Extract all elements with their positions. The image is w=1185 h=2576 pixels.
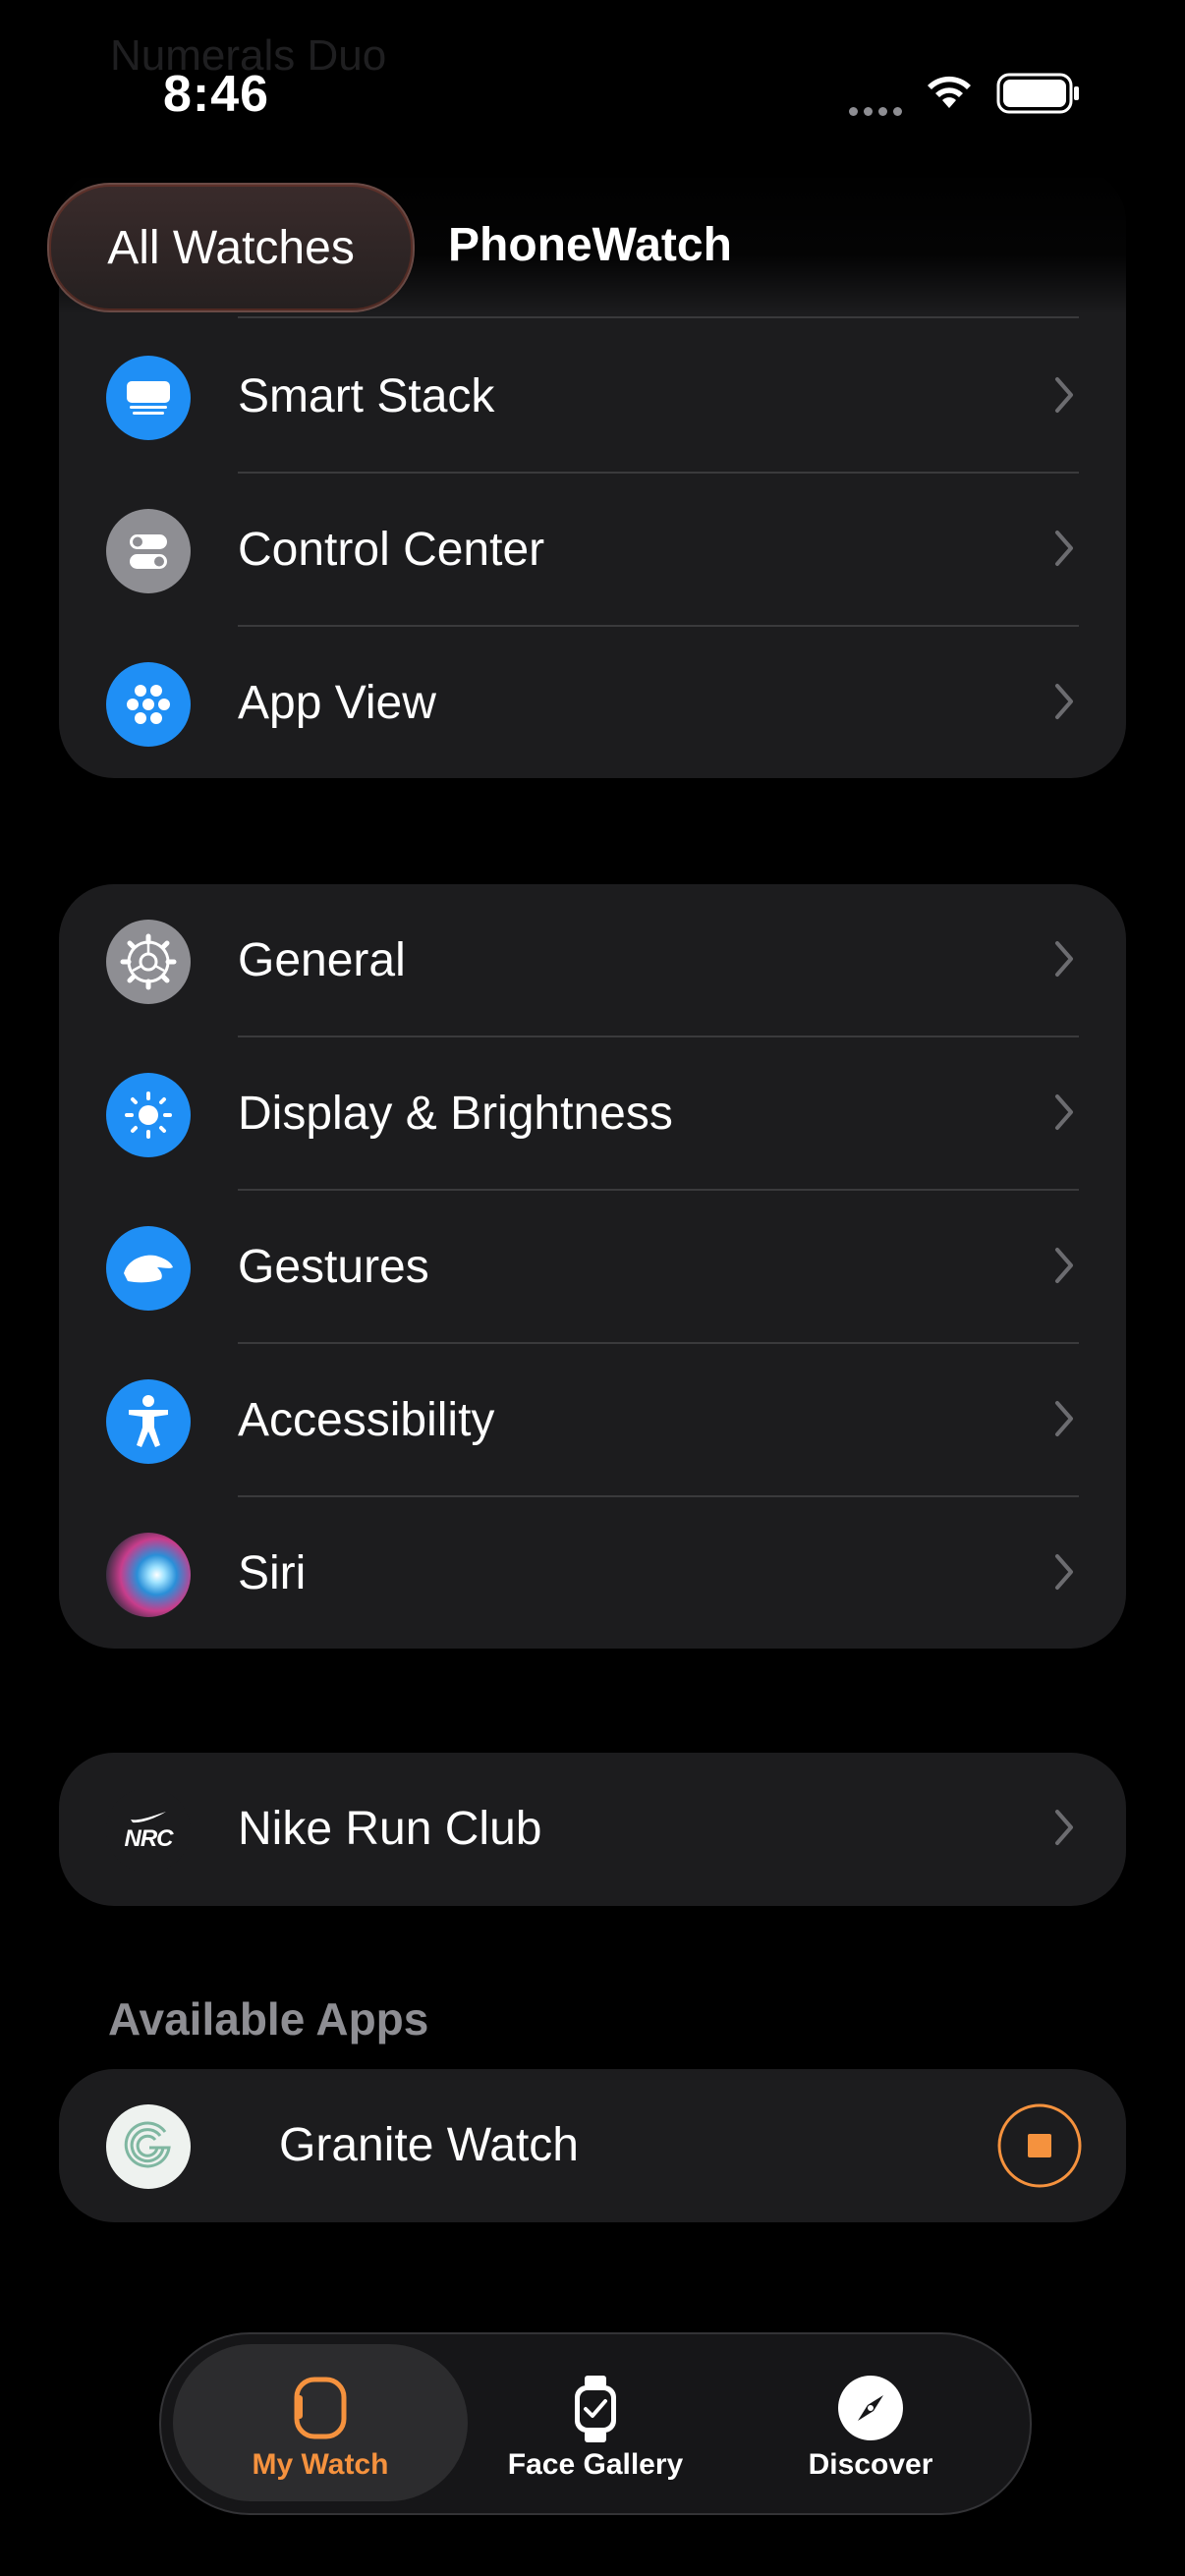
tab-label: My Watch — [252, 2448, 389, 2481]
chevron-right-icon — [1055, 531, 1073, 566]
app-view-icon — [106, 662, 191, 747]
control-center-icon — [106, 509, 191, 593]
nrc-icon: NRC — [106, 1788, 191, 1873]
row-label: Gestures — [238, 1241, 429, 1293]
chevron-right-icon — [1055, 1094, 1073, 1130]
chevron-right-icon — [1055, 1248, 1073, 1283]
tab-label: Discover — [808, 2448, 933, 2481]
download-progress-stop-icon — [997, 2103, 1082, 2188]
hand-icon — [106, 1226, 191, 1311]
chevron-right-icon — [1055, 1810, 1073, 1845]
row-app-view[interactable]: App View — [59, 627, 1126, 778]
available-apps-card: Granite Watch — [59, 2069, 1126, 2222]
settings-card: General Display & Brightness Gestures Ac… — [59, 884, 1126, 1649]
accessibility-icon — [106, 1379, 191, 1464]
row-nike-run-club[interactable]: NRC Nike Run Club — [59, 1753, 1126, 1906]
status-time: 8:46 — [163, 66, 270, 123]
cellular-signal-icon — [849, 103, 908, 116]
row-gestures[interactable]: Gestures — [59, 1191, 1126, 1344]
tab-label: Face Gallery — [507, 2448, 684, 2481]
granite-g-icon — [106, 2104, 191, 2189]
row-label: Siri — [238, 1547, 307, 1599]
row-label: App View — [238, 677, 436, 729]
tab-discover[interactable]: Discover — [723, 2344, 1018, 2501]
nrc-icon-text: NRC — [124, 1825, 174, 1852]
row-label: Smart Stack — [238, 370, 495, 422]
stop-download-button[interactable] — [996, 2102, 1083, 2189]
battery-icon — [996, 73, 1079, 114]
row-display-brightness[interactable]: Display & Brightness — [59, 1037, 1126, 1191]
chevron-right-icon — [1055, 684, 1073, 719]
row-label: Accessibility — [238, 1394, 495, 1446]
row-accessibility[interactable]: Accessibility — [59, 1344, 1126, 1497]
all-watches-label: All Watches — [107, 221, 355, 274]
watch-name-title: PhoneWatch — [448, 219, 732, 271]
sun-icon — [106, 1073, 191, 1157]
tab-bar: My Watch Face Gallery Discover — [159, 2332, 1032, 2515]
gear-icon — [106, 920, 191, 1004]
third-party-apps-card: NRC Nike Run Club — [59, 1753, 1126, 1906]
status-bar: 8:46 — [0, 0, 1185, 177]
row-general[interactable]: General — [59, 884, 1126, 1037]
watch-icon — [294, 2377, 347, 2439]
smart-stack-icon — [106, 356, 191, 440]
tab-face-gallery[interactable]: Face Gallery — [448, 2344, 743, 2501]
chevron-right-icon — [1055, 377, 1073, 413]
row-siri[interactable]: Siri — [59, 1497, 1126, 1649]
row-label: General — [238, 934, 406, 986]
siri-icon — [106, 1533, 191, 1617]
watch-face-icon — [575, 2376, 616, 2442]
available-apps-heading: Available Apps — [108, 1993, 429, 2044]
row-label: Nike Run Club — [238, 1803, 542, 1855]
row-label: Display & Brightness — [238, 1088, 673, 1140]
row-control-center[interactable]: Control Center — [59, 474, 1126, 627]
row-label: Granite Watch — [279, 2119, 579, 2171]
chevron-right-icon — [1055, 1554, 1073, 1590]
tab-my-watch[interactable]: My Watch — [173, 2344, 468, 2501]
row-granite-watch: Granite Watch — [59, 2069, 1126, 2222]
row-smart-stack[interactable]: Smart Stack — [59, 320, 1126, 474]
compass-icon — [838, 2376, 903, 2440]
all-watches-button[interactable]: All Watches — [47, 183, 415, 312]
wifi-icon — [928, 76, 971, 108]
chevron-right-icon — [1055, 1401, 1073, 1436]
row-label: Control Center — [238, 524, 545, 576]
chevron-right-icon — [1055, 941, 1073, 977]
